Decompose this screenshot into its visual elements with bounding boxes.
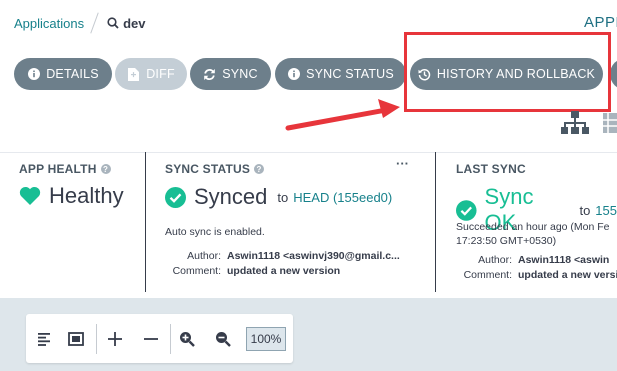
zoom-in-icon[interactable] [178,330,196,348]
sync-label: SYNC [222,67,258,81]
toolbar-separator [96,324,97,354]
app-health-status: Healthy [19,183,124,209]
sync-status-value: Synced [194,184,268,209]
zoom-out-icon[interactable] [214,330,232,348]
sync-to-text: to [277,189,289,205]
sync-status-panel-label: SYNC STATUS [165,162,251,176]
search-icon [107,17,119,29]
breadcrumb-applications-link[interactable]: Applications [14,16,84,31]
sync-status-meta: Author: Aswin1118 <aswinvj390@gmail.c...… [165,250,400,277]
zoom-percent-input[interactable]: 100% [246,327,286,351]
app-health-header: APP HEALTH ? [19,162,111,176]
last-sync-header: LAST SYNC [456,162,526,176]
last-sync-revision-link[interactable]: 155 [595,203,617,218]
comment-key: Comment: [172,265,221,277]
sync-status-header: SYNC STATUS ? [165,162,265,176]
details-button[interactable]: DETAILS [14,58,112,90]
toolbar-separator [170,324,171,354]
last-sync-meta: Author: Aswin1118 <aswin Comment: update… [456,254,617,281]
panel-separator [145,152,146,292]
auto-sync-text: Auto sync is enabled. [165,226,265,238]
app-health-value: Healthy [49,183,124,208]
author-key: Author: [187,250,221,262]
sync-status-label: SYNC STATUS [306,67,394,81]
tree-view-icon[interactable] [561,111,589,140]
info-icon [287,68,300,81]
comment-key: Comment: [463,269,512,281]
last-sync-time-line1: Succeeded an hour ago (Mon Fe [456,221,610,233]
grid-view-icon[interactable] [603,111,617,140]
author-value: Aswin1118 <aswin [518,254,610,266]
sync-button[interactable]: SYNC [190,58,271,90]
panel-menu-icon[interactable]: ··· [396,156,409,171]
diff-label: DIFF [146,67,175,81]
last-sync-label: LAST SYNC [456,162,526,176]
check-circle-icon [456,199,477,221]
breadcrumb-separator [90,12,99,34]
breadcrumb-search[interactable]: dev [107,15,146,31]
author-value: Aswin1118 <aswinvj390@gmail.c... [227,250,400,262]
info-icon [27,68,40,81]
more-toolbar-button[interactable] [610,58,617,90]
highlight-box [404,32,611,112]
header-app-title: APPL [584,14,617,31]
toolbar-divider [0,152,617,153]
plus-icon[interactable] [106,330,124,348]
file-diff-icon [127,67,140,81]
last-sync-to-text: to [579,202,591,218]
sync-status-button[interactable]: SYNC STATUS [275,58,406,90]
comment-value: updated a new version [227,265,341,277]
last-sync-time-line2: 17:23:50 GMT+0530) [456,235,557,247]
sync-status-value-row: Synced to HEAD (155eed0) [165,184,392,210]
fit-screen-icon[interactable] [67,330,85,348]
minus-icon[interactable] [142,330,160,348]
heart-icon [19,186,41,205]
sync-icon [203,68,216,81]
list-align-icon[interactable] [36,330,54,348]
comment-value: updated a new version [518,269,617,281]
check-circle-icon [165,186,186,208]
details-label: DETAILS [46,67,99,81]
panel-separator [435,152,436,292]
breadcrumb: Applications dev [14,12,146,34]
app-health-label: APP HEALTH [19,162,97,176]
diff-button[interactable]: DIFF [115,58,187,90]
breadcrumb-current: dev [123,15,146,31]
help-icon[interactable]: ? [100,164,111,174]
sync-revision-link[interactable]: HEAD (155eed0) [293,190,392,205]
zoom-toolbar: 100% [26,314,293,363]
author-key: Author: [478,254,512,266]
help-icon[interactable]: ? [254,164,265,174]
